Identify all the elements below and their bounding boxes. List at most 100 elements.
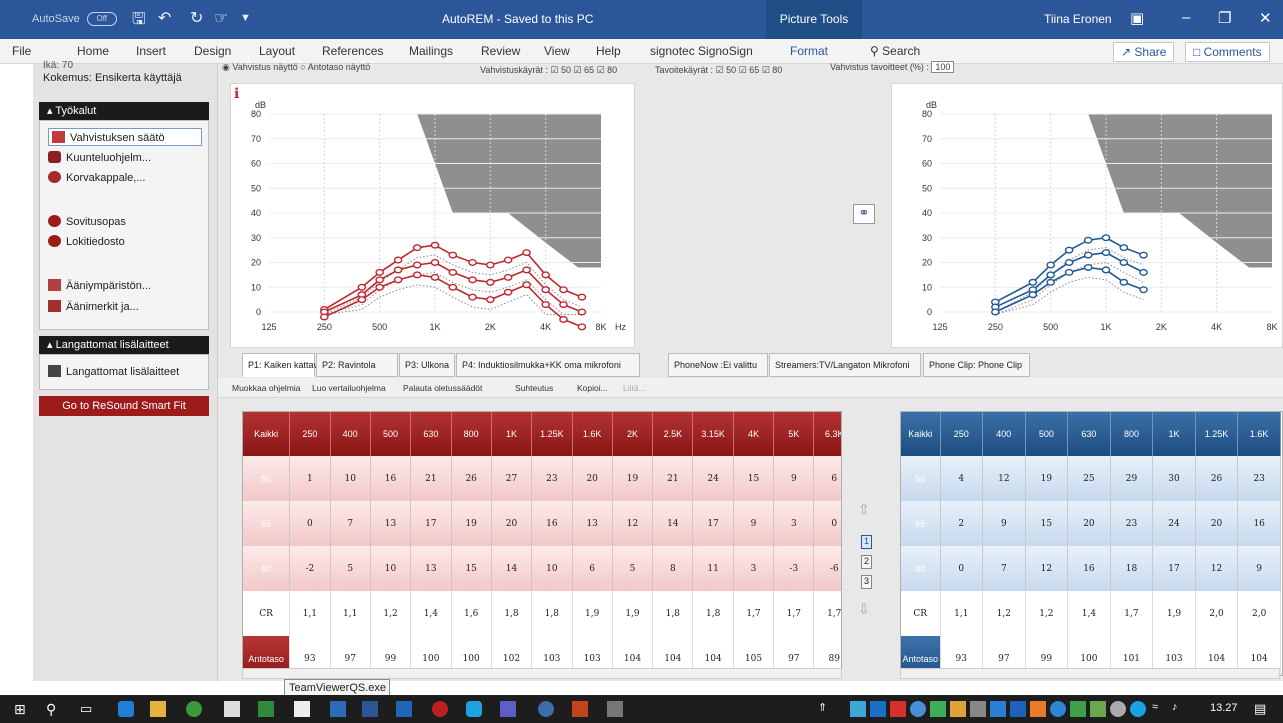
gain-cell[interactable]: 19 [612,456,654,501]
tab-streamers[interactable]: Streamers:TV/Langaton Mikrofoni [769,353,921,377]
freq-header[interactable]: 630 [1067,412,1111,456]
gain-cell[interactable]: -3 [773,546,815,591]
store-icon[interactable] [224,701,240,717]
gain-cell[interactable]: 19 [1025,456,1069,501]
tray-icon-13[interactable] [1110,701,1126,717]
gain-point[interactable] [412,271,422,279]
tab-file[interactable]: File [12,44,31,58]
level-3-button[interactable]: 3 [861,575,872,589]
cr-cell[interactable]: 1,8 [491,591,533,636]
cr-cell[interactable]: 1,1 [940,591,984,636]
gain-point[interactable] [393,276,403,284]
gain-point[interactable] [1064,246,1074,254]
share-button[interactable]: ↗ Share [1113,42,1175,62]
gain-cell[interactable]: 25 [1067,456,1111,501]
gain-point[interactable] [375,276,384,284]
target-pct-select[interactable]: 100 [931,61,955,73]
gain-point[interactable] [522,249,531,257]
gain-point[interactable] [1101,234,1111,242]
gain-cell[interactable]: 13 [572,501,613,546]
tab-signosign[interactable]: signotec SignoSign [650,44,753,58]
gain-point[interactable] [1028,291,1038,299]
cr-cell[interactable]: 1,8 [692,591,734,636]
gain-point[interactable] [430,273,440,281]
gain-curves-options[interactable]: Vahvistuskäyrät : ☑ 50 ☑ 65 ☑ 80 [480,65,617,76]
freq-header[interactable]: 2K [612,412,654,456]
save-icon[interactable]: 🖫 [132,8,146,35]
gain-point[interactable] [1083,251,1093,259]
gain-point[interactable] [1101,266,1111,274]
gain-point[interactable] [577,323,587,331]
gain-cell[interactable]: 17 [692,501,734,546]
notepad-icon[interactable] [294,701,310,717]
tray-icon-12[interactable] [1090,701,1106,717]
gain-cell[interactable]: 12 [1025,546,1069,591]
teams-icon[interactable] [500,701,516,717]
tab-review[interactable]: Review [481,44,520,58]
cr-cell[interactable]: 1,1 [330,591,371,636]
tab-phone-clip[interactable]: Phone Clip: Phone Clip [923,353,1030,377]
create-comparison-action[interactable]: Luo vertailuohjelma [312,383,386,393]
gain-cell[interactable]: 26 [451,456,492,501]
gain-cell[interactable]: 29 [1110,456,1154,501]
all-levels-cell[interactable]: Kaikki [901,412,941,456]
freq-header[interactable]: 1K [1152,412,1196,456]
tab-format[interactable]: Format [790,44,828,58]
gain-point[interactable] [1101,249,1111,257]
restore-icon[interactable]: ❐ [1218,9,1231,27]
gain-cell[interactable]: 15 [733,456,775,501]
freq-header[interactable]: 6.3K [813,412,841,456]
powerpoint-icon[interactable] [572,701,588,717]
gain-cell[interactable]: 21 [652,456,694,501]
word-icon[interactable] [362,701,378,717]
gain-cell[interactable]: 9 [1237,546,1281,591]
gain-cell[interactable]: 19 [451,501,492,546]
freq-header[interactable]: 630 [410,412,452,456]
tray-icon-8[interactable] [990,701,1006,717]
gain-cell[interactable]: 17 [1152,546,1196,591]
gain-cell[interactable]: 18 [1110,546,1154,591]
gain-cell[interactable]: 23 [1237,456,1281,501]
tray-icon-11[interactable] [1070,701,1086,717]
gain-point[interactable] [430,258,440,266]
gain-point[interactable] [357,283,367,291]
gain-point[interactable] [1119,244,1129,252]
close-icon[interactable]: ✕ [1259,9,1272,27]
gain-cell[interactable]: 16 [1237,501,1281,546]
gain-point[interactable] [412,261,422,269]
info-icon[interactable]: ℹ [234,85,239,102]
picture-tools-tab[interactable]: Picture Tools [766,0,862,39]
tool-gain-adjust[interactable]: Vahvistuksen säätö [48,128,202,146]
cr-cell[interactable]: 1,1 [289,591,331,636]
gain-cell[interactable]: 21 [410,456,452,501]
gain-point[interactable] [468,276,477,284]
freq-header[interactable]: 3.15K [692,412,734,456]
gain-point[interactable] [393,256,403,264]
proportion-action[interactable]: Suhteutus [515,383,553,393]
gain-point[interactable] [1083,236,1093,244]
cr-cell[interactable]: 1,8 [531,591,573,636]
cr-cell[interactable]: 1,7 [1110,591,1154,636]
tab-program-4[interactable]: P4: Induktiosilmukka+KK oma mikrofoni [456,353,640,377]
level-row-label[interactable]: 65 [243,501,291,546]
tool-log-file[interactable]: Lokitiedosto [48,233,125,251]
gain-cell[interactable]: 10 [531,546,573,591]
freq-header[interactable]: 250 [940,412,984,456]
gain-point[interactable] [486,278,495,286]
minimize-icon[interactable]: – [1182,9,1190,26]
gain-point[interactable] [1046,271,1055,279]
gain-cell[interactable]: 15 [451,546,492,591]
tray-icon-14[interactable] [1130,701,1146,717]
level-2-button[interactable]: 2 [861,555,872,569]
cr-cell[interactable]: 1,4 [1067,591,1111,636]
gain-point[interactable] [522,266,531,274]
level-row-label[interactable]: 80 [901,546,941,591]
gain-cell[interactable]: -2 [289,546,331,591]
gain-cell[interactable]: 27 [491,456,533,501]
cr-cell[interactable]: 2,0 [1237,591,1281,636]
gain-cell[interactable]: 17 [410,501,452,546]
gain-cell[interactable]: 11 [692,546,734,591]
gain-cell[interactable]: 13 [410,546,452,591]
gain-point[interactable] [357,296,367,304]
outlook-icon[interactable] [396,701,412,717]
